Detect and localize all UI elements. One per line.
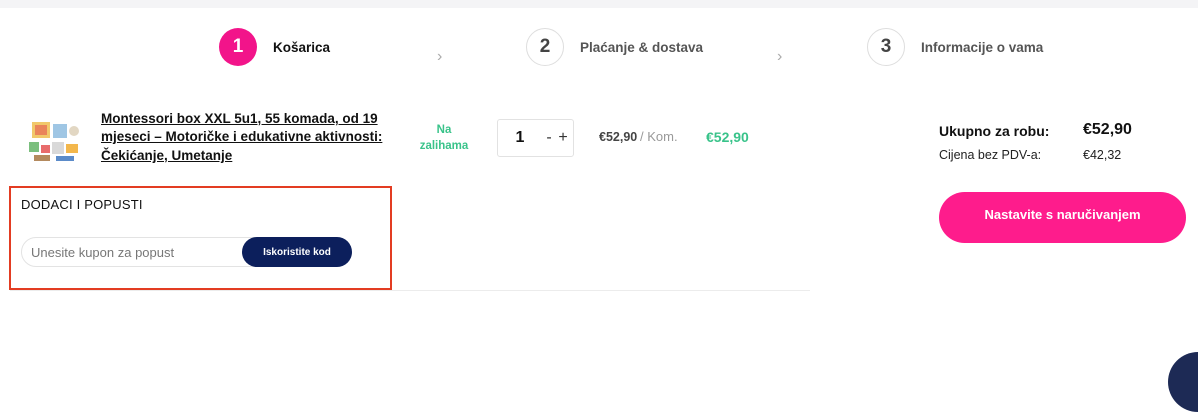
divider	[10, 290, 810, 291]
coupon-field: Iskoristite kod	[21, 237, 352, 267]
quantity-decrease-button[interactable]: -	[542, 129, 556, 147]
goods-total-label: Ukupno za robu:	[939, 123, 1050, 139]
checkout-steps: 1 Košarica › 2 Plaćanje & dostava › 3 In…	[0, 28, 1198, 68]
apply-coupon-button[interactable]: Iskoristite kod	[242, 237, 352, 267]
line-total: €52,90	[706, 129, 749, 145]
step-label-info: Informacije o vama	[921, 39, 1044, 55]
net-price-label: Cijena bez PDV-a:	[939, 148, 1042, 162]
product-title-link[interactable]: Montessori box XXL 5u1, 55 komada, od 19…	[101, 110, 391, 165]
net-price-value: €42,32	[1083, 148, 1122, 162]
goods-total-value: €52,90	[1083, 121, 1132, 138]
chevron-right-icon: ›	[437, 48, 443, 65]
unit-price: €52,90	[599, 130, 638, 144]
step-info[interactable]: 3 Informacije o vama	[867, 28, 1043, 66]
quantity-increase-button[interactable]: +	[556, 129, 570, 147]
product-thumbnail[interactable]	[26, 118, 82, 164]
step-number-3: 3	[867, 28, 905, 66]
step-number-1: 1	[219, 28, 257, 66]
promo-section: DODACI I POPUSTI Iskoristite kod	[9, 186, 392, 290]
quantity-value[interactable]: 1	[498, 129, 542, 147]
promo-heading: DODACI I POPUSTI	[21, 197, 143, 212]
top-strip	[0, 0, 1198, 8]
step-cart[interactable]: 1 Košarica	[219, 28, 330, 66]
step-number-2: 2	[526, 28, 564, 66]
coupon-input[interactable]	[31, 238, 241, 266]
unit-suffix: / Kom.	[640, 129, 678, 144]
chevron-right-icon: ›	[777, 48, 783, 65]
step-label-payment: Plaćanje & dostava	[580, 39, 704, 55]
step-label-cart: Košarica	[273, 39, 331, 55]
step-payment-delivery[interactable]: 2 Plaćanje & dostava	[526, 28, 703, 66]
stock-status: Na zalihama	[419, 124, 469, 153]
chat-widget-button[interactable]	[1168, 352, 1198, 412]
quantity-stepper: 1 - +	[497, 119, 574, 157]
continue-order-button[interactable]: Nastavite s naručivanjem	[939, 192, 1186, 243]
